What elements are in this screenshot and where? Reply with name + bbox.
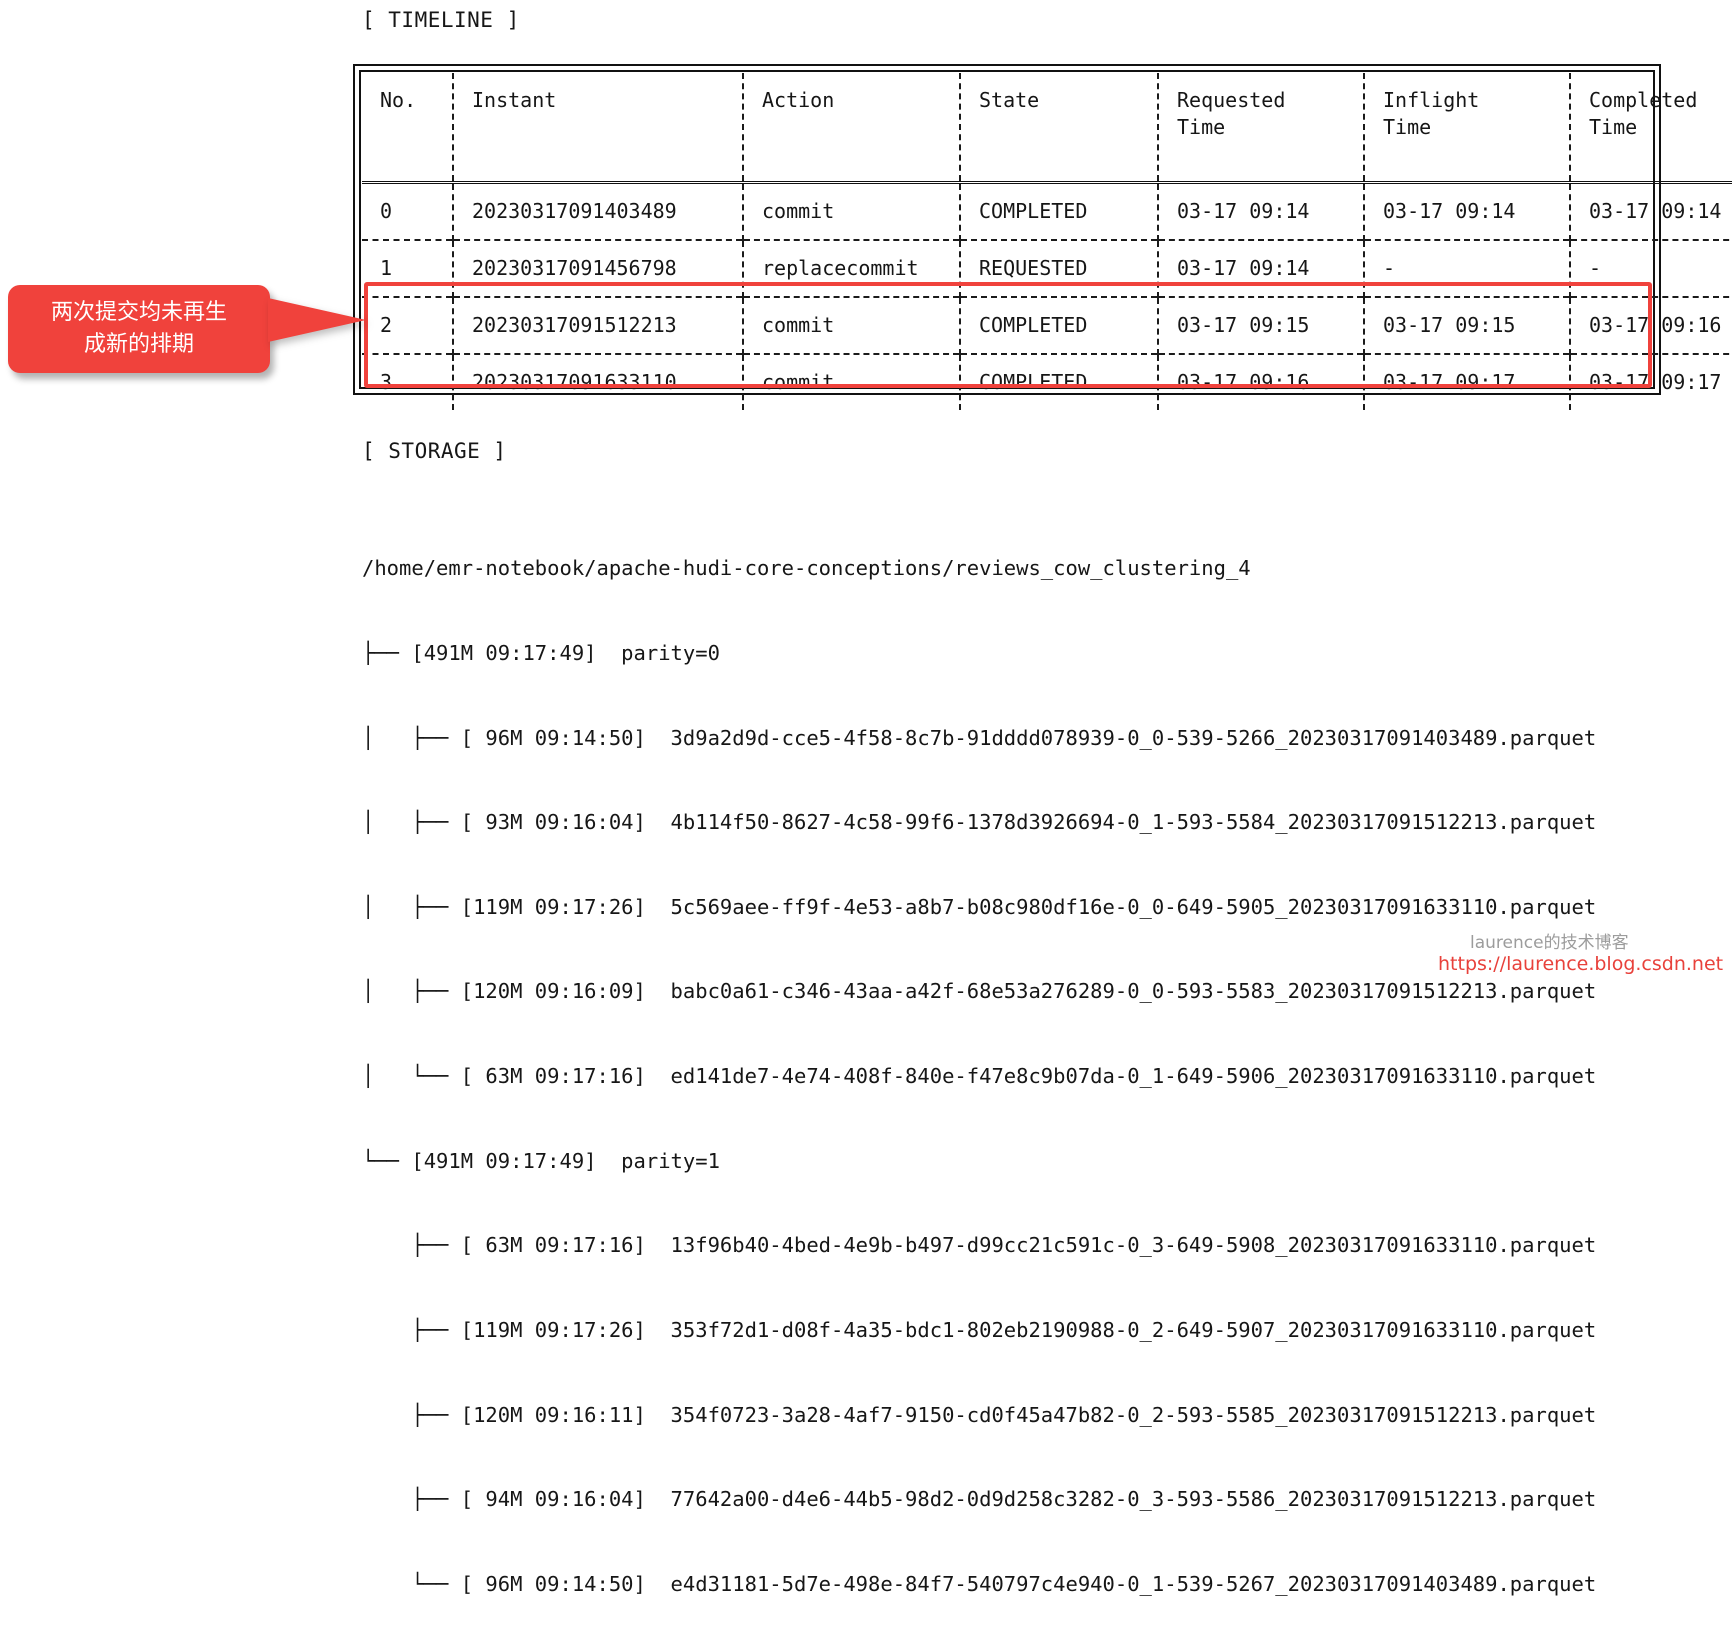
cell-no: 0 (362, 182, 454, 240)
column-header-no: No. (362, 73, 454, 183)
cell-state: COMPLETED (960, 354, 1159, 410)
cell-instant: 20230317091512213 (453, 297, 744, 354)
tree-line-file: ├── [120M 09:16:11] 354f0723-3a28-4af7-9… (362, 1402, 1597, 1427)
cell-instant: 20230317091403489 (453, 182, 744, 240)
cell-state: REQUESTED (960, 240, 1159, 297)
storage-root-path: /home/emr-notebook/apache-hudi-core-conc… (362, 556, 1251, 581)
tree-line-file: ├── [ 63M 09:17:16] 13f96b40-4bed-4e9b-b… (362, 1233, 1597, 1258)
cell-completed: 03-17 09:17 (1589, 370, 1722, 394)
cell-instant: 20230317091456798 (453, 240, 744, 297)
tree-line-file: │ ├── [ 93M 09:16:04] 4b114f50-8627-4c58… (362, 810, 1597, 835)
annotation-callout-text: 两次提交均未再生 成新的排期 (50, 300, 227, 357)
annotation-callout-bubble: 两次提交均未再生 成新的排期 (8, 285, 270, 373)
cell-inflight: 03-17 09:15 (1364, 297, 1571, 354)
tree-line-file: │ └── [ 63M 09:17:16] ed141de7-4e74-408f… (362, 1064, 1597, 1089)
cell-action: commit (743, 354, 961, 410)
tree-line-file: │ ├── [ 96M 09:14:50] 3d9a2d9d-cce5-4f58… (362, 725, 1597, 750)
cell-action: commit (743, 297, 961, 354)
timeline-section-title: [ TIMELINE ] (362, 8, 520, 32)
storage-file-tree: /home/emr-notebook/apache-hudi-core-conc… (362, 498, 1596, 1626)
table-row: 2 20230317091512213 commit COMPLETED 03-… (362, 297, 1732, 354)
cell-action: commit (743, 182, 961, 240)
cell-inflight: 03-17 09:14 (1364, 182, 1571, 240)
column-header-action: Action (743, 73, 961, 183)
table-row: 1 20230317091456798 replacecommit REQUES… (362, 240, 1732, 297)
column-header-inflight-time: Inflight Time (1364, 73, 1571, 183)
cell-requested: 03-17 09:14 (1158, 182, 1365, 240)
cell-no: 3 (362, 354, 454, 410)
watermark-author: laurence的技术博客 (1470, 933, 1629, 953)
tree-line-parity0-dir: ├── [491M 09:17:49] parity=0 (362, 641, 720, 666)
tree-line-file: │ ├── [119M 09:17:26] 5c569aee-ff9f-4e53… (362, 894, 1597, 919)
cell-completed: 03-17 09:16 (1589, 313, 1722, 337)
cell-instant: 20230317091633110 (453, 354, 744, 410)
cell-inflight: - (1364, 240, 1571, 297)
annotation-callout-arrow-icon (268, 298, 366, 342)
cell-requested: 03-17 09:16 (1158, 354, 1365, 410)
tree-line-file: ├── [119M 09:17:26] 353f72d1-d08f-4a35-b… (362, 1317, 1597, 1342)
column-header-instant: Instant (453, 73, 744, 183)
column-header-completed-time: Completed Time (1589, 88, 1698, 139)
cell-no: 1 (362, 240, 454, 297)
cell-no: 2 (362, 297, 454, 354)
storage-section-title: [ STORAGE ] (362, 439, 507, 463)
cell-requested: 03-17 09:15 (1158, 297, 1365, 354)
table-row: 0 20230317091403489 commit COMPLETED 03-… (362, 182, 1732, 240)
tree-line-file: └── [ 96M 09:14:50] e4d31181-5d7e-498e-8… (362, 1571, 1597, 1596)
cell-requested: 03-17 09:14 (1158, 240, 1365, 297)
timeline-table: No. Instant Action State Requested Time … (362, 73, 1732, 410)
timeline-header-row: No. Instant Action State Requested Time … (362, 73, 1732, 183)
watermark-url: https://laurence.blog.csdn.net (1438, 953, 1724, 975)
timeline-table-head: No. Instant Action State Requested Time … (362, 73, 1732, 183)
cell-completed: 03-17 09:14 (1589, 199, 1722, 223)
tree-line-file: │ ├── [120M 09:16:09] babc0a61-c346-43aa… (362, 979, 1597, 1004)
timeline-table-body: 0 20230317091403489 commit COMPLETED 03-… (362, 182, 1732, 410)
tree-line-parity1-dir: └── [491M 09:17:49] parity=1 (362, 1148, 720, 1173)
cell-completed: - (1589, 256, 1602, 280)
cell-state: COMPLETED (960, 297, 1159, 354)
cell-inflight: 03-17 09:17 (1364, 354, 1571, 410)
column-header-state: State (960, 73, 1159, 183)
table-row: 3 20230317091633110 commit COMPLETED 03-… (362, 354, 1732, 410)
column-header-requested-time: Requested Time (1158, 73, 1365, 183)
tree-line-file: ├── [ 94M 09:16:04] 77642a00-d4e6-44b5-9… (362, 1487, 1597, 1512)
cell-state: COMPLETED (960, 182, 1159, 240)
timeline-table-wrapper: No. Instant Action State Requested Time … (362, 73, 1732, 410)
cell-action: replacecommit (743, 240, 961, 297)
